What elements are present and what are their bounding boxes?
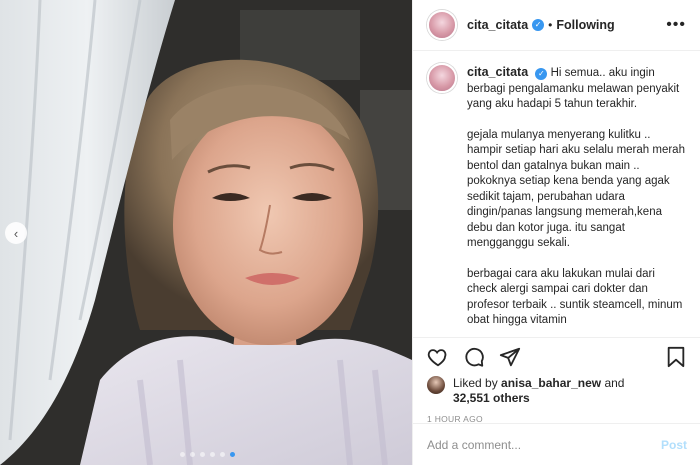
heart-icon[interactable]	[427, 346, 449, 368]
carousel-prev-button[interactable]: ‹	[5, 222, 27, 244]
post-timestamp[interactable]: 1 HOUR AGO	[413, 406, 700, 424]
carousel-dot	[220, 452, 225, 457]
carousel-dot	[200, 452, 205, 457]
author-username[interactable]: cita_citata	[467, 18, 528, 32]
likes-count[interactable]: 32,551 others	[453, 391, 530, 405]
comment-icon[interactable]	[463, 346, 485, 368]
caption-username[interactable]: cita_citata	[467, 65, 528, 79]
separator-dot: •	[548, 18, 553, 32]
caption-paragraph: gejala mulanya menyerang kulitku .. hamp…	[467, 128, 685, 250]
bookmark-icon[interactable]	[666, 346, 686, 368]
carousel-dot	[190, 452, 195, 457]
likes-summary: Liked by anisa_bahar_new and 32,551 othe…	[413, 376, 700, 406]
comment-composer: Post	[413, 423, 700, 465]
share-icon[interactable]	[499, 346, 521, 368]
liker-avatar[interactable]	[427, 376, 445, 394]
caption-paragraph: berbagai cara aku lakukan mulai dari che…	[467, 267, 683, 327]
post-comment-button[interactable]: Post	[661, 438, 687, 452]
verified-icon: ✓	[532, 19, 545, 31]
carousel-indicator	[180, 452, 235, 457]
post-details-panel: cita_citata ✓ • Following ••• cita_citat…	[412, 0, 700, 465]
likes-conjunction: and	[604, 376, 625, 390]
following-button[interactable]: Following	[556, 18, 614, 32]
likes-text: Liked by anisa_bahar_new and 32,551 othe…	[453, 376, 624, 406]
caption-section: cita_citata ✓ Hi semua.. aku ingin berba…	[413, 51, 700, 338]
post-photo[interactable]: ‹	[0, 0, 412, 465]
verified-icon: ✓	[535, 68, 548, 80]
liked-by-prefix: Liked by	[453, 376, 498, 390]
author-avatar[interactable]	[427, 10, 457, 40]
carousel-dot	[210, 452, 215, 457]
more-options-icon[interactable]: •••	[666, 16, 686, 34]
liker-username[interactable]: anisa_bahar_new	[501, 376, 601, 390]
comment-input[interactable]	[427, 437, 661, 452]
caption-text: cita_citata ✓ Hi semua.. aku ingin berba…	[467, 65, 686, 337]
action-bar	[413, 338, 700, 376]
photo-illustration	[0, 0, 412, 465]
post-header: cita_citata ✓ • Following •••	[413, 0, 700, 51]
carousel-dot	[230, 452, 235, 457]
chevron-left-icon: ‹	[13, 225, 19, 241]
caption-paragraph: cita_citata ✓ Hi semua.. aku ingin berba…	[467, 65, 686, 113]
carousel-dot	[180, 452, 185, 457]
caption-avatar[interactable]	[427, 63, 457, 93]
